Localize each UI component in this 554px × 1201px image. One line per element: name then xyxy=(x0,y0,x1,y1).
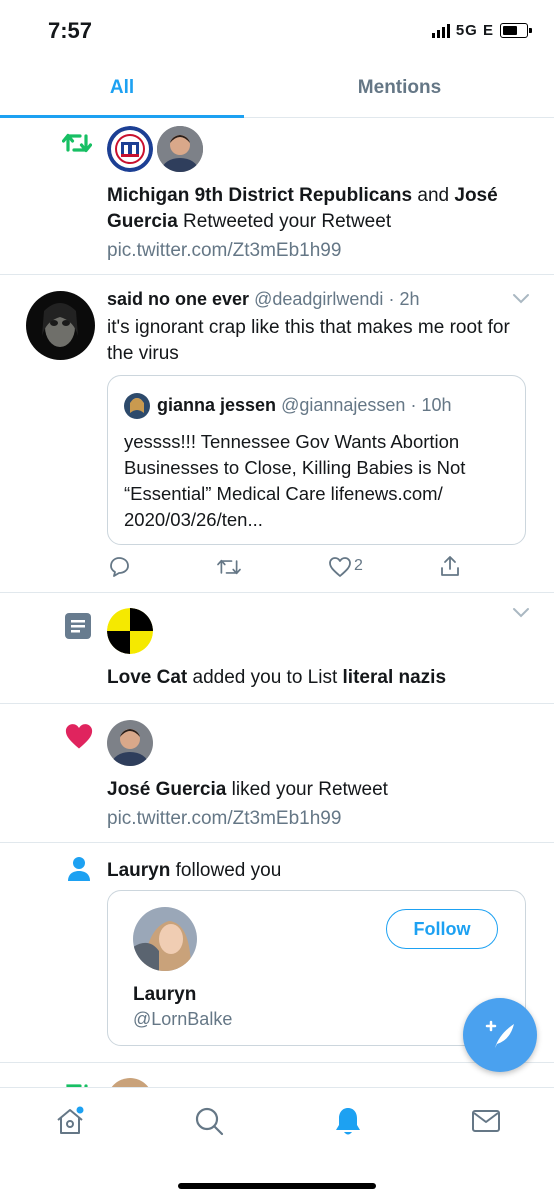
like-icon[interactable] xyxy=(328,556,352,583)
follower-handle: @LornBalke xyxy=(133,1009,233,1029)
tweet-header: said no one ever @deadgirlwendi · 2h xyxy=(107,289,419,310)
actor-name[interactable]: Love Cat xyxy=(107,667,187,688)
avatar-lauryn[interactable] xyxy=(133,907,197,971)
tweet-author-handle[interactable]: @deadgirlwendi xyxy=(254,289,383,309)
actor-name[interactable]: Lauryn xyxy=(107,860,170,881)
compose-button[interactable] xyxy=(463,998,537,1072)
messages-icon[interactable] xyxy=(471,1108,501,1139)
share-icon[interactable] xyxy=(438,554,462,583)
retweet-icon xyxy=(62,1080,92,1087)
divider xyxy=(0,592,554,593)
tweet-text: it's ignorant crap like this that makes … xyxy=(107,317,510,364)
like-notification-text: José Guercia liked your Retweet xyxy=(107,779,388,800)
avatar-jose-guercia[interactable] xyxy=(107,720,153,766)
tweet-author-name[interactable]: said no one ever xyxy=(107,289,249,309)
like-notification-link[interactable]: pic.twitter.com/Zt3mEb1h99 xyxy=(107,808,341,830)
tab-all[interactable]: All xyxy=(0,77,244,99)
tweet-time: · 2h xyxy=(388,289,420,309)
notifications-icon[interactable] xyxy=(333,1105,363,1142)
list-icon xyxy=(64,612,92,645)
person-icon xyxy=(67,856,91,887)
follower-name[interactable]: Lauryn xyxy=(133,984,196,1006)
avatar-said-no-one-ever[interactable] xyxy=(26,291,95,360)
quoted-tweet-header: gianna jessen @giannajessen · 10h xyxy=(157,395,451,416)
compose-icon xyxy=(485,1020,514,1048)
avatar-jose-guercia[interactable] xyxy=(157,126,203,172)
actor-name[interactable]: José Guercia xyxy=(107,779,226,800)
list-notification-text: Love Cat added you to List literal nazis xyxy=(107,667,447,688)
avatar-partial xyxy=(107,1078,153,1087)
avatar-love-cat[interactable] xyxy=(107,608,153,654)
home-indicator xyxy=(178,1183,376,1189)
chevron-down-icon[interactable] xyxy=(512,606,530,624)
quoted-author-name: gianna jessen xyxy=(157,395,277,415)
divider xyxy=(0,1062,554,1063)
like-count: 2 xyxy=(354,557,363,574)
avatar-michigan-republicans[interactable] xyxy=(107,126,153,172)
follow-button[interactable]: Follow xyxy=(386,909,498,949)
list-name[interactable]: literal nazis xyxy=(343,667,447,688)
avatar-gianna-jessen xyxy=(124,393,150,419)
heart-icon xyxy=(64,722,94,755)
divider xyxy=(0,274,554,275)
network-label: 5G E xyxy=(455,22,494,39)
quoted-time: · 10h xyxy=(410,395,452,415)
status-time: 7:57 xyxy=(48,18,93,43)
home-icon[interactable] xyxy=(55,1106,85,1141)
retweet-notification-link[interactable]: pic.twitter.com/Zt3mEb1h99 xyxy=(107,240,341,262)
chevron-down-icon[interactable] xyxy=(512,292,530,310)
divider xyxy=(0,703,554,704)
follow-notification-text: Lauryn followed you xyxy=(107,860,282,881)
retweet-notification-text: Michigan 9th District Republicans and Jo… xyxy=(107,185,498,232)
battery-icon xyxy=(500,23,532,38)
tab-mentions[interactable]: Mentions xyxy=(277,77,522,99)
retweet-icon xyxy=(61,130,93,161)
signal-icon xyxy=(431,23,450,38)
actor-name[interactable]: Michigan 9th District Republicans xyxy=(107,185,412,206)
quoted-author-handle: @giannajessen xyxy=(281,395,406,415)
status-indicators: 5G E xyxy=(431,22,532,39)
reply-icon[interactable] xyxy=(107,555,131,584)
retweet-action-icon[interactable] xyxy=(216,556,242,583)
search-icon[interactable] xyxy=(194,1106,224,1141)
tab-active-indicator xyxy=(0,115,244,118)
quoted-tweet-text: yessss!!! Tennessee Gov Wants Abortion B… xyxy=(124,431,466,530)
divider xyxy=(0,842,554,843)
